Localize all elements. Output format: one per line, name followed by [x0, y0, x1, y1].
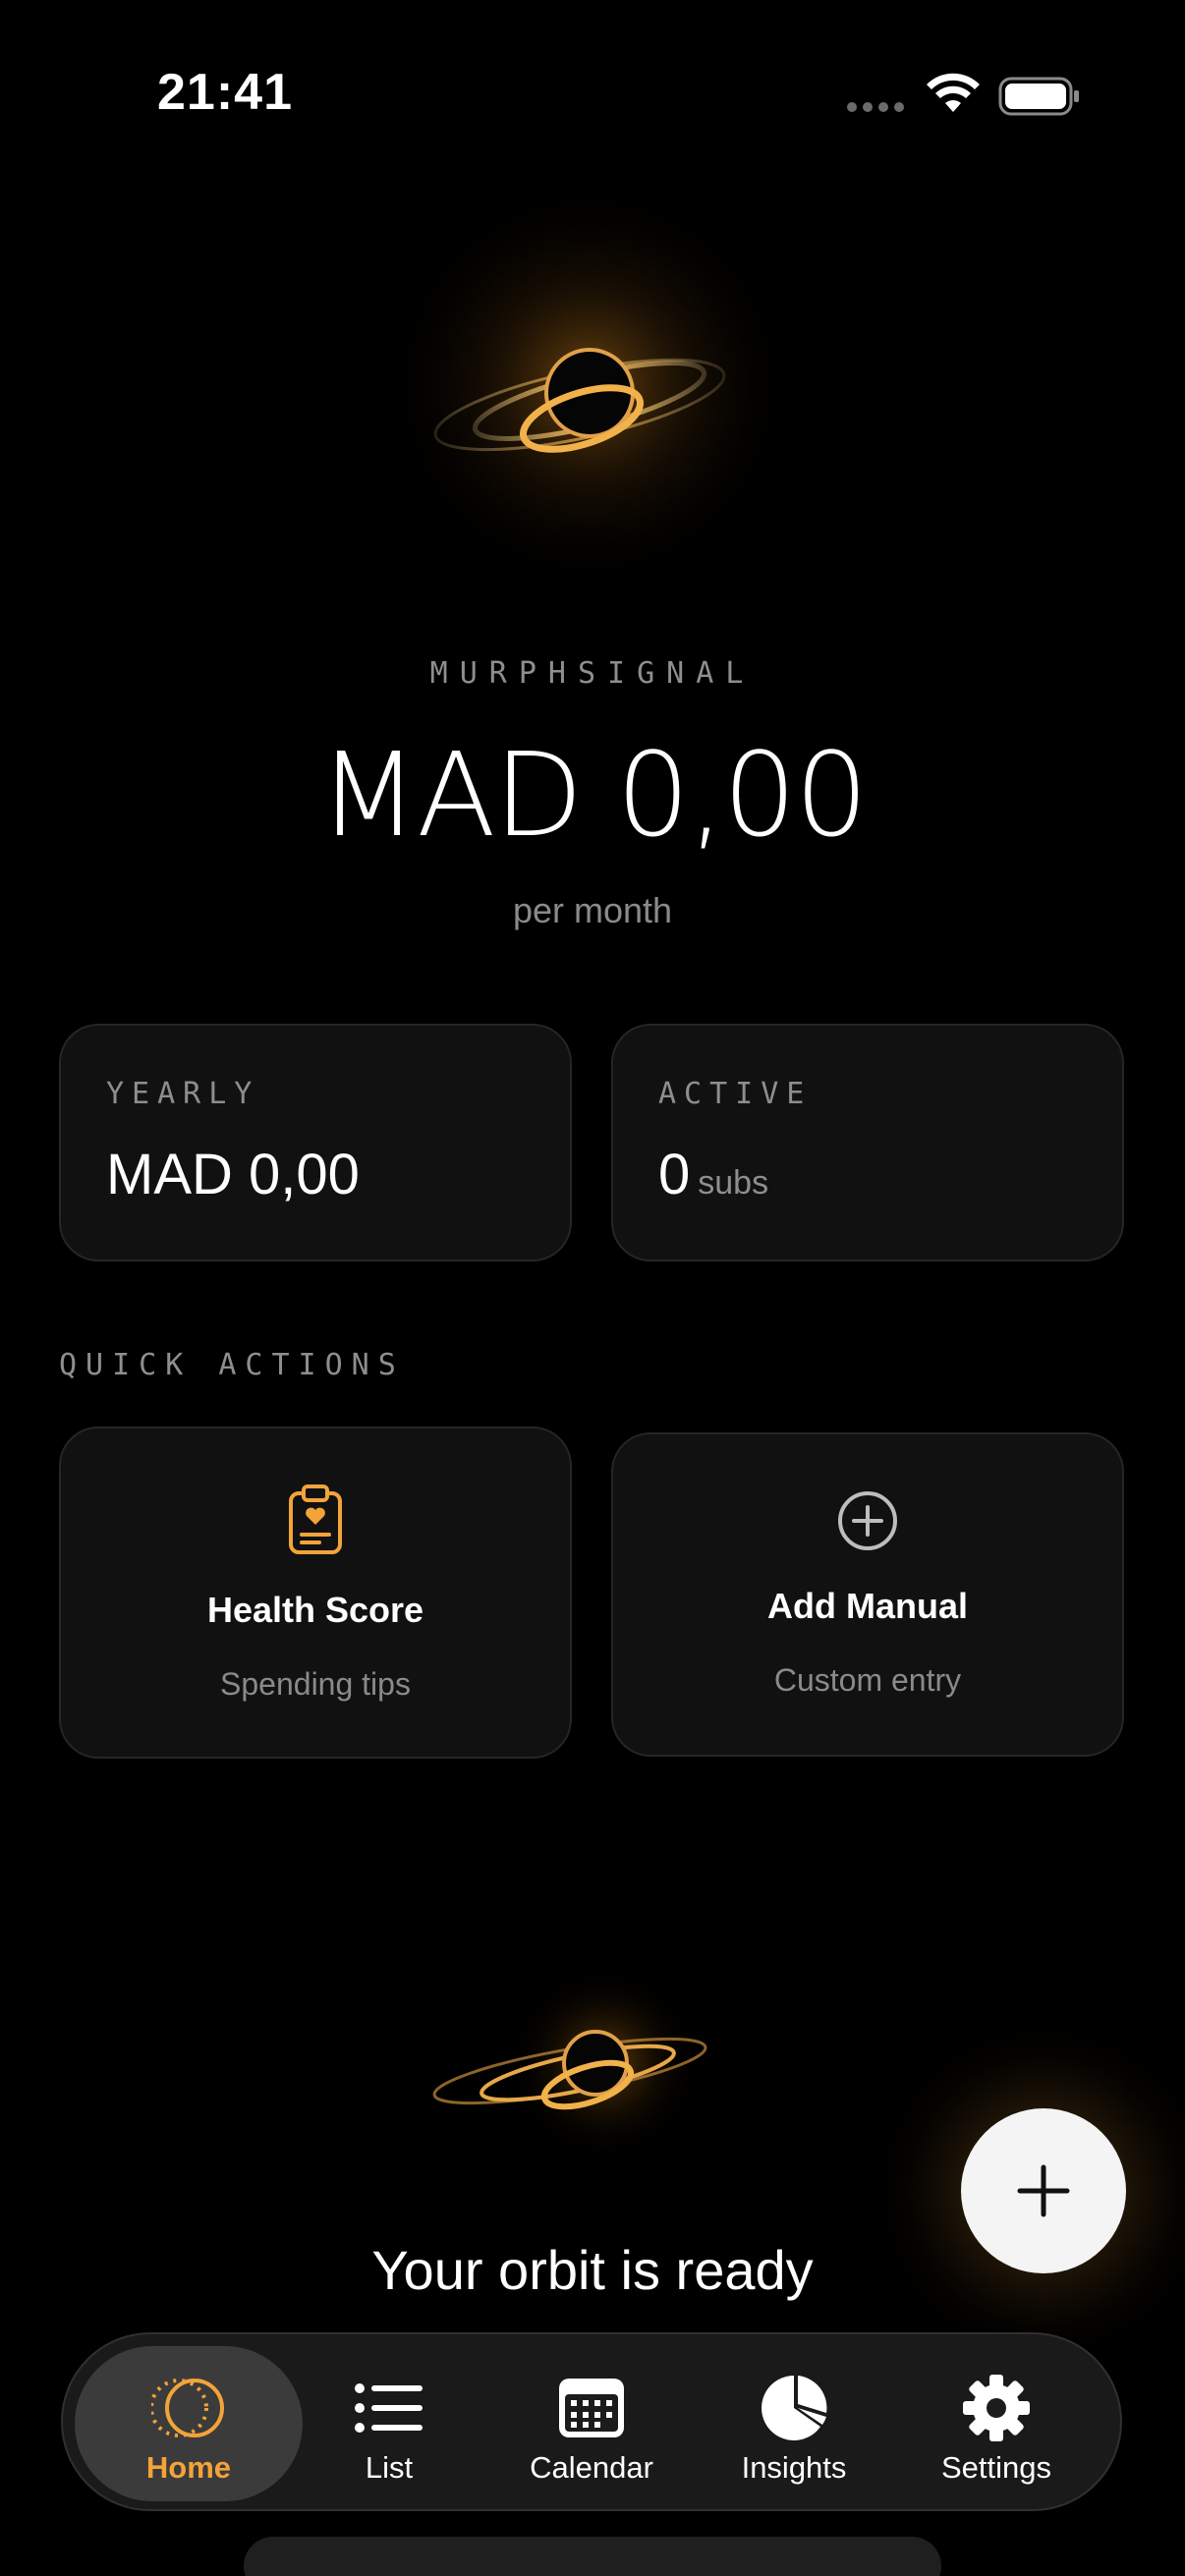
- add-manual-subtitle: Custom entry: [773, 1662, 962, 1698]
- period-label: per month: [512, 890, 673, 930]
- add-subscription-button[interactable]: [961, 2108, 1126, 2273]
- tab-calendar[interactable]: Calendar: [478, 2346, 705, 2501]
- add-manual-title: Add Manual: [767, 1586, 968, 1626]
- pie-chart-icon: [762, 2376, 827, 2440]
- tab-insights-label: Insights: [741, 2450, 847, 2485]
- tab-insights[interactable]: Insights: [680, 2346, 908, 2501]
- health-score-card[interactable]: Health Score Spending tips: [59, 1427, 572, 1759]
- tab-home[interactable]: Home: [75, 2346, 303, 2501]
- gear-icon: [963, 2375, 1030, 2441]
- plus-circle-icon: [838, 1491, 897, 1550]
- yearly-value: MAD 0,00: [106, 1143, 360, 1206]
- wifi-icon: [927, 73, 980, 112]
- quick-actions-title: QUICK ACTIONS: [59, 1348, 405, 1382]
- active-label: ACTIVE: [658, 1077, 813, 1111]
- tab-list[interactable]: List: [275, 2346, 503, 2501]
- home-indicator: [244, 2537, 941, 2576]
- tab-settings[interactable]: Settings: [882, 2346, 1110, 2501]
- list-icon: [355, 2383, 423, 2433]
- orbit-icon: [151, 2379, 224, 2437]
- orbit-logo-icon: [383, 187, 796, 599]
- active-unit: subs: [698, 1164, 769, 1202]
- battery-icon: [998, 77, 1079, 116]
- calendar-icon: [559, 2379, 624, 2437]
- empty-orbit-icon: [432, 1965, 707, 2161]
- cellular-icon: [847, 102, 904, 112]
- tab-list-label: List: [365, 2450, 414, 2485]
- health-score-title: Health Score: [206, 1590, 424, 1630]
- status-time: 21:41: [157, 64, 293, 121]
- active-card: ACTIVE 0 subs: [611, 1024, 1124, 1261]
- tab-home-label: Home: [145, 2450, 232, 2485]
- monthly-total: MAD 0,00: [318, 727, 869, 863]
- yearly-label: YEARLY: [106, 1077, 260, 1111]
- home-screen: 21:41 MURPHSIGNAL MAD 0,00 per month YEA…: [0, 0, 1185, 2576]
- tab-bar: Home List Calendar Insights Settings: [61, 2332, 1122, 2511]
- clipboard-heart-icon: [289, 1484, 342, 1554]
- plus-icon: [1017, 2164, 1070, 2217]
- health-score-subtitle: Spending tips: [220, 1666, 411, 1702]
- tab-settings-label: Settings: [940, 2450, 1051, 2485]
- tab-calendar-label: Calendar: [530, 2450, 653, 2485]
- brand-name: MURPHSIGNAL: [429, 656, 756, 691]
- yearly-card: YEARLY MAD 0,00: [59, 1024, 572, 1261]
- active-count: 0: [658, 1143, 691, 1206]
- add-manual-card[interactable]: Add Manual Custom entry: [611, 1432, 1124, 1757]
- active-value: 0 subs: [658, 1142, 768, 1207]
